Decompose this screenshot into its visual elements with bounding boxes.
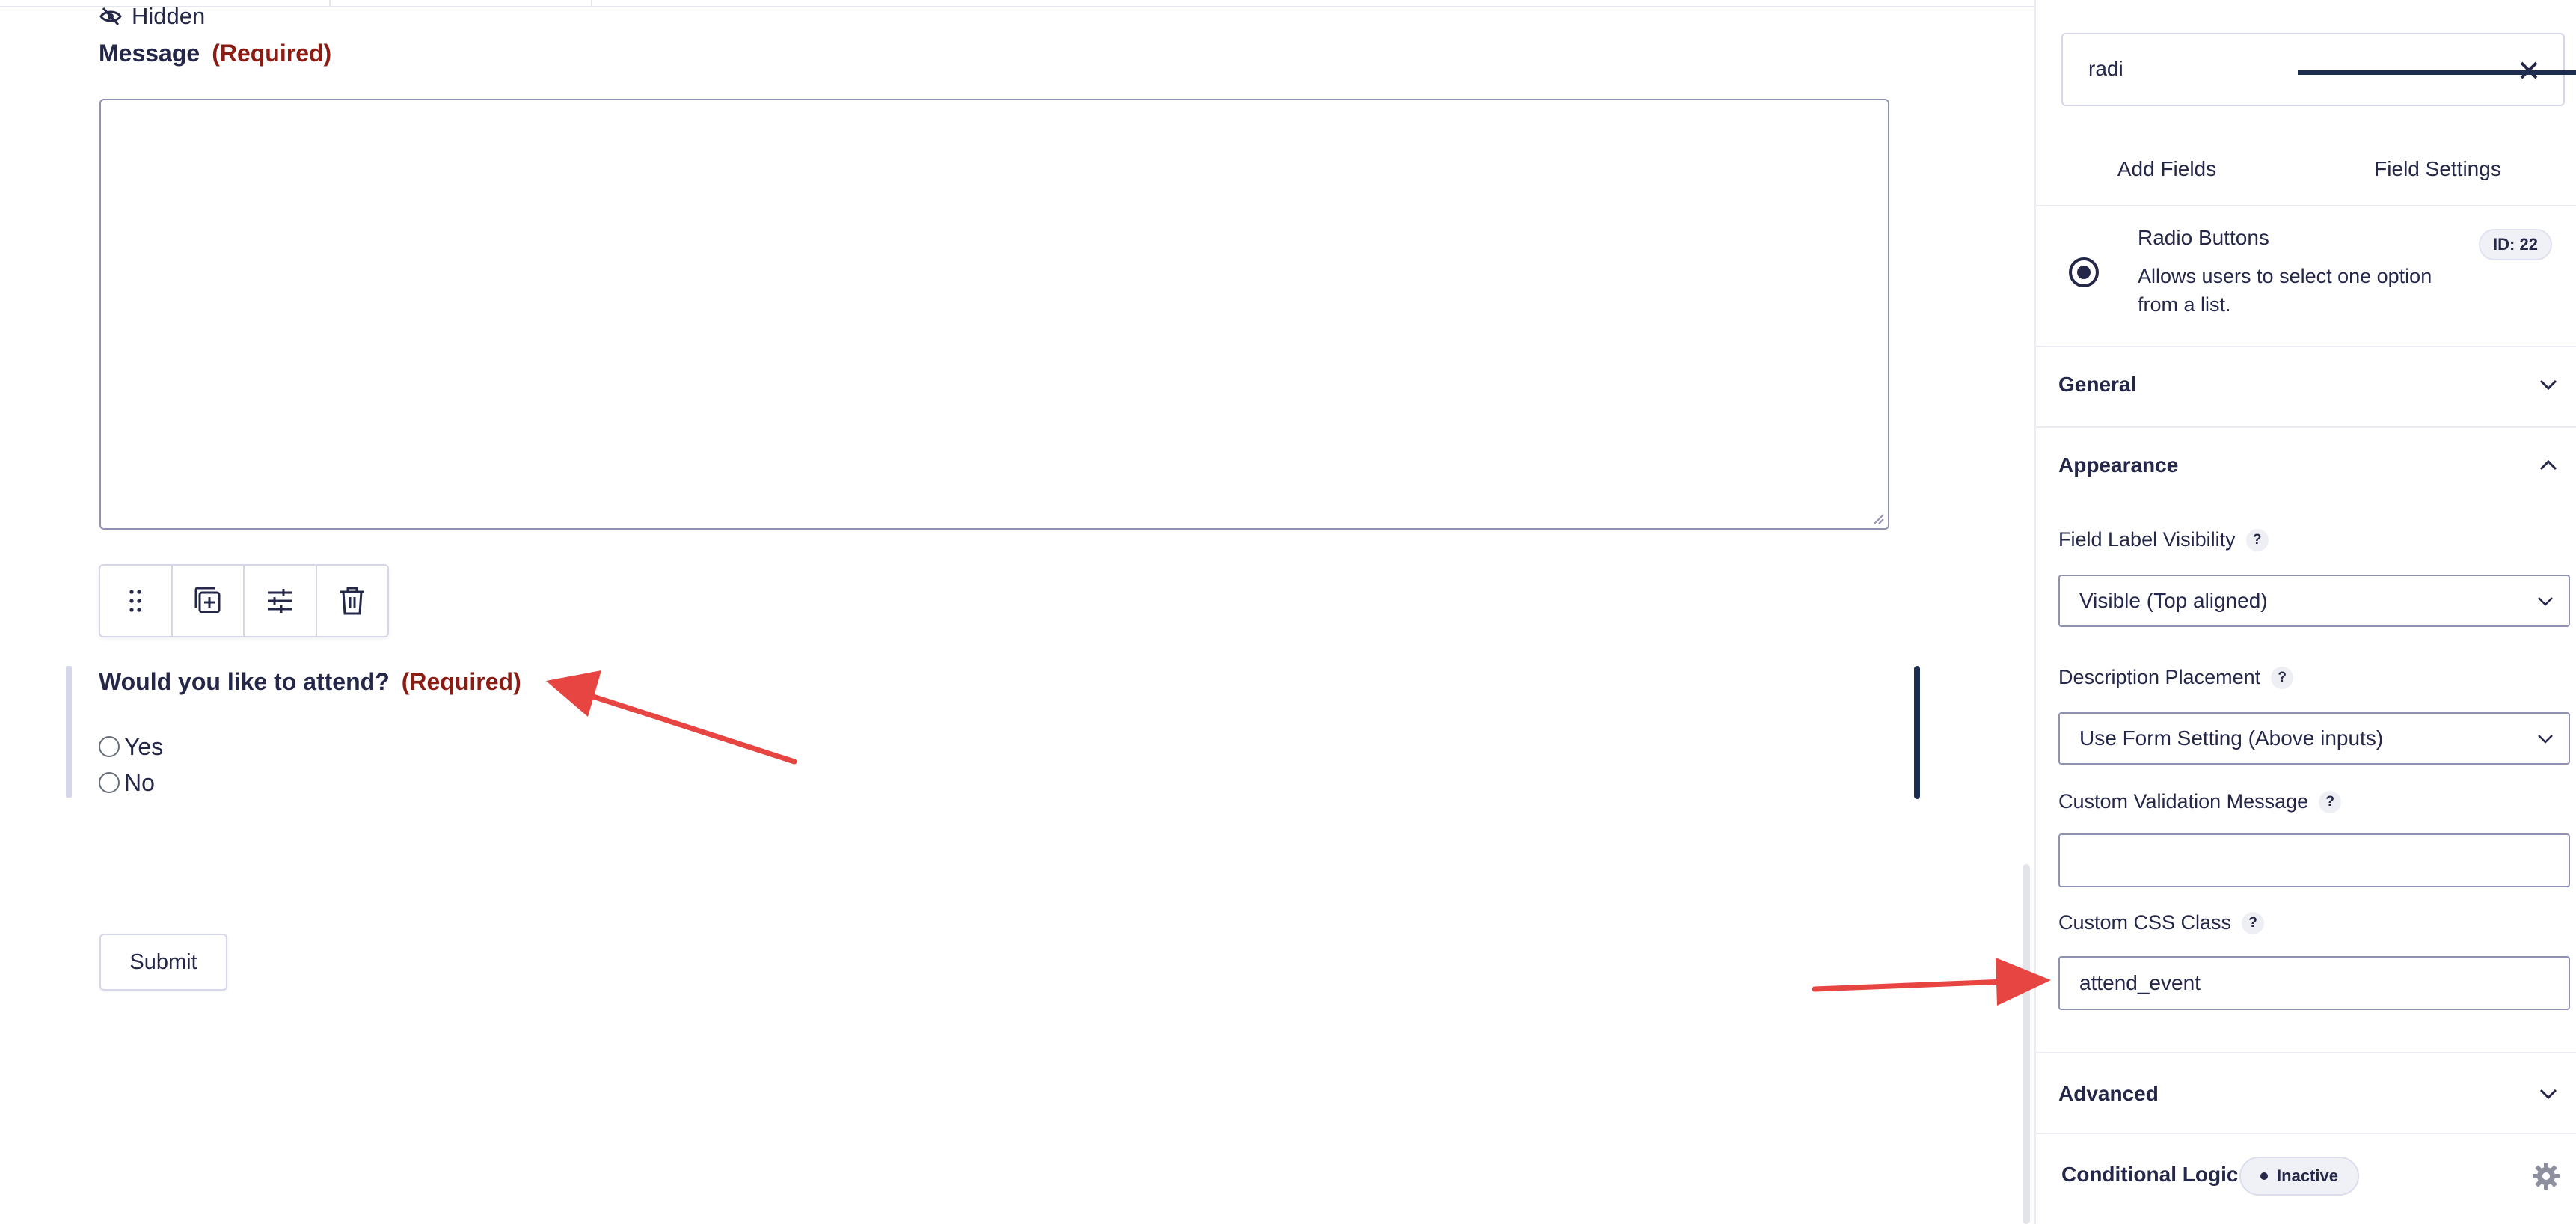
drag-handle-icon [129,590,141,612]
conditional-logic-status-badge[interactable]: Inactive [2239,1157,2359,1196]
hidden-label: Hidden [132,3,206,29]
field-type-title: Radio Buttons [2138,226,2269,249]
help-icon[interactable]: ? [2245,528,2269,551]
chevron-down-icon [2538,597,2553,606]
status-text: Inactive [2277,1166,2338,1185]
description-placement-select[interactable]: Use Form Setting (Above inputs) [2058,712,2570,765]
setting-label: Field Label Visibility [2058,528,2236,551]
canvas-top-divider [329,0,331,7]
canvas-top-divider [591,0,592,7]
field-toolbar [99,564,389,637]
css-class-label: Custom CSS Class ? [2058,911,2265,934]
annotation-arrow [1812,958,2051,1006]
field-settings-button[interactable] [245,566,317,636]
setting-label: Description Placement [2058,666,2261,688]
hidden-indicator: Hidden [99,1,205,31]
radio-option-yes[interactable]: Yes [99,732,163,762]
section-appearance[interactable]: Appearance [2036,428,2576,503]
canvas-top-border [0,0,2034,7]
chevron-down-icon [2538,735,2553,744]
divider [2036,1052,2576,1053]
search-input[interactable]: radi [2088,57,2123,81]
radio-option-label: Yes [124,732,164,760]
eye-slash-icon [99,7,122,26]
field-selection-indicator [1914,666,1920,799]
divider [2036,205,2576,206]
setting-label: Custom CSS Class [2058,911,2232,934]
divider [2036,1133,2576,1134]
message-label-text: Message [99,39,200,67]
help-icon[interactable]: ? [2319,790,2342,813]
annotation-arrow [546,670,797,765]
attend-label-text: Would you like to attend? [99,667,390,695]
radio-option-label: No [124,768,155,796]
canvas-scrollbar[interactable] [2023,864,2030,1224]
chevron-down-icon [2539,1089,2557,1100]
field-search[interactable]: radi [2061,33,2565,106]
radio-input[interactable] [99,772,120,793]
required-indicator: (Required) [212,39,332,67]
field-selection-indicator [66,666,72,798]
validation-message-input[interactable] [2058,833,2570,887]
help-icon[interactable]: ? [2242,911,2265,934]
description-placement-label: Description Placement ? [2058,666,2294,689]
duplicate-button[interactable] [173,566,245,636]
gear-icon[interactable] [2531,1161,2561,1191]
trash-icon [340,587,364,615]
settings-sliders-icon [268,589,292,613]
label-visibility-select[interactable]: Visible (Top aligned) [2058,575,2570,627]
active-tab-indicator [2298,70,2576,75]
delete-button[interactable] [317,566,388,636]
drag-handle-button[interactable] [100,566,173,636]
section-title: Advanced [2058,1082,2159,1105]
field-id-badge: ID: 22 [2479,229,2552,260]
sidebar-tabs: Add Fields Field Settings [2036,132,2576,206]
radio-button-icon [2069,257,2099,287]
select-value: Use Form Setting (Above inputs) [2079,726,2384,750]
tab-add-fields[interactable]: Add Fields [2036,132,2298,206]
help-icon[interactable]: ? [2271,666,2294,689]
label-visibility-label: Field Label Visibility ? [2058,528,2269,551]
message-field-label[interactable]: Message (Required) [99,36,331,70]
required-indicator: (Required) [401,667,521,695]
resize-grip-icon[interactable] [1871,512,1885,525]
validation-message-label: Custom Validation Message ? [2058,790,2342,813]
chevron-down-icon [2539,379,2557,391]
section-advanced[interactable]: Advanced [2036,1056,2576,1131]
attend-field-label[interactable]: Would you like to attend? (Required) [99,664,521,699]
message-textarea[interactable] [99,99,1889,530]
css-class-input[interactable]: attend_event [2058,956,2570,1010]
chevron-up-icon [2539,459,2557,471]
field-type-description: Allows users to select one option from a… [2138,265,2432,316]
section-title: Appearance [2058,453,2179,477]
submit-button[interactable]: Submit [99,934,227,991]
section-general[interactable]: General [2036,347,2576,422]
radio-input[interactable] [99,736,120,757]
section-title: General [2058,373,2137,396]
radio-option-no[interactable]: No [99,768,155,798]
duplicate-icon [194,587,221,613]
field-settings-sidebar: radi Add Fields Field Settings Radio But… [2034,0,2576,1224]
select-value: Visible (Top aligned) [2079,589,2268,612]
tab-field-settings[interactable]: Field Settings [2298,132,2576,206]
setting-label: Custom Validation Message [2058,790,2309,813]
conditional-logic-label[interactable]: Conditional Logic [2061,1163,2238,1187]
status-dot [2260,1172,2269,1180]
